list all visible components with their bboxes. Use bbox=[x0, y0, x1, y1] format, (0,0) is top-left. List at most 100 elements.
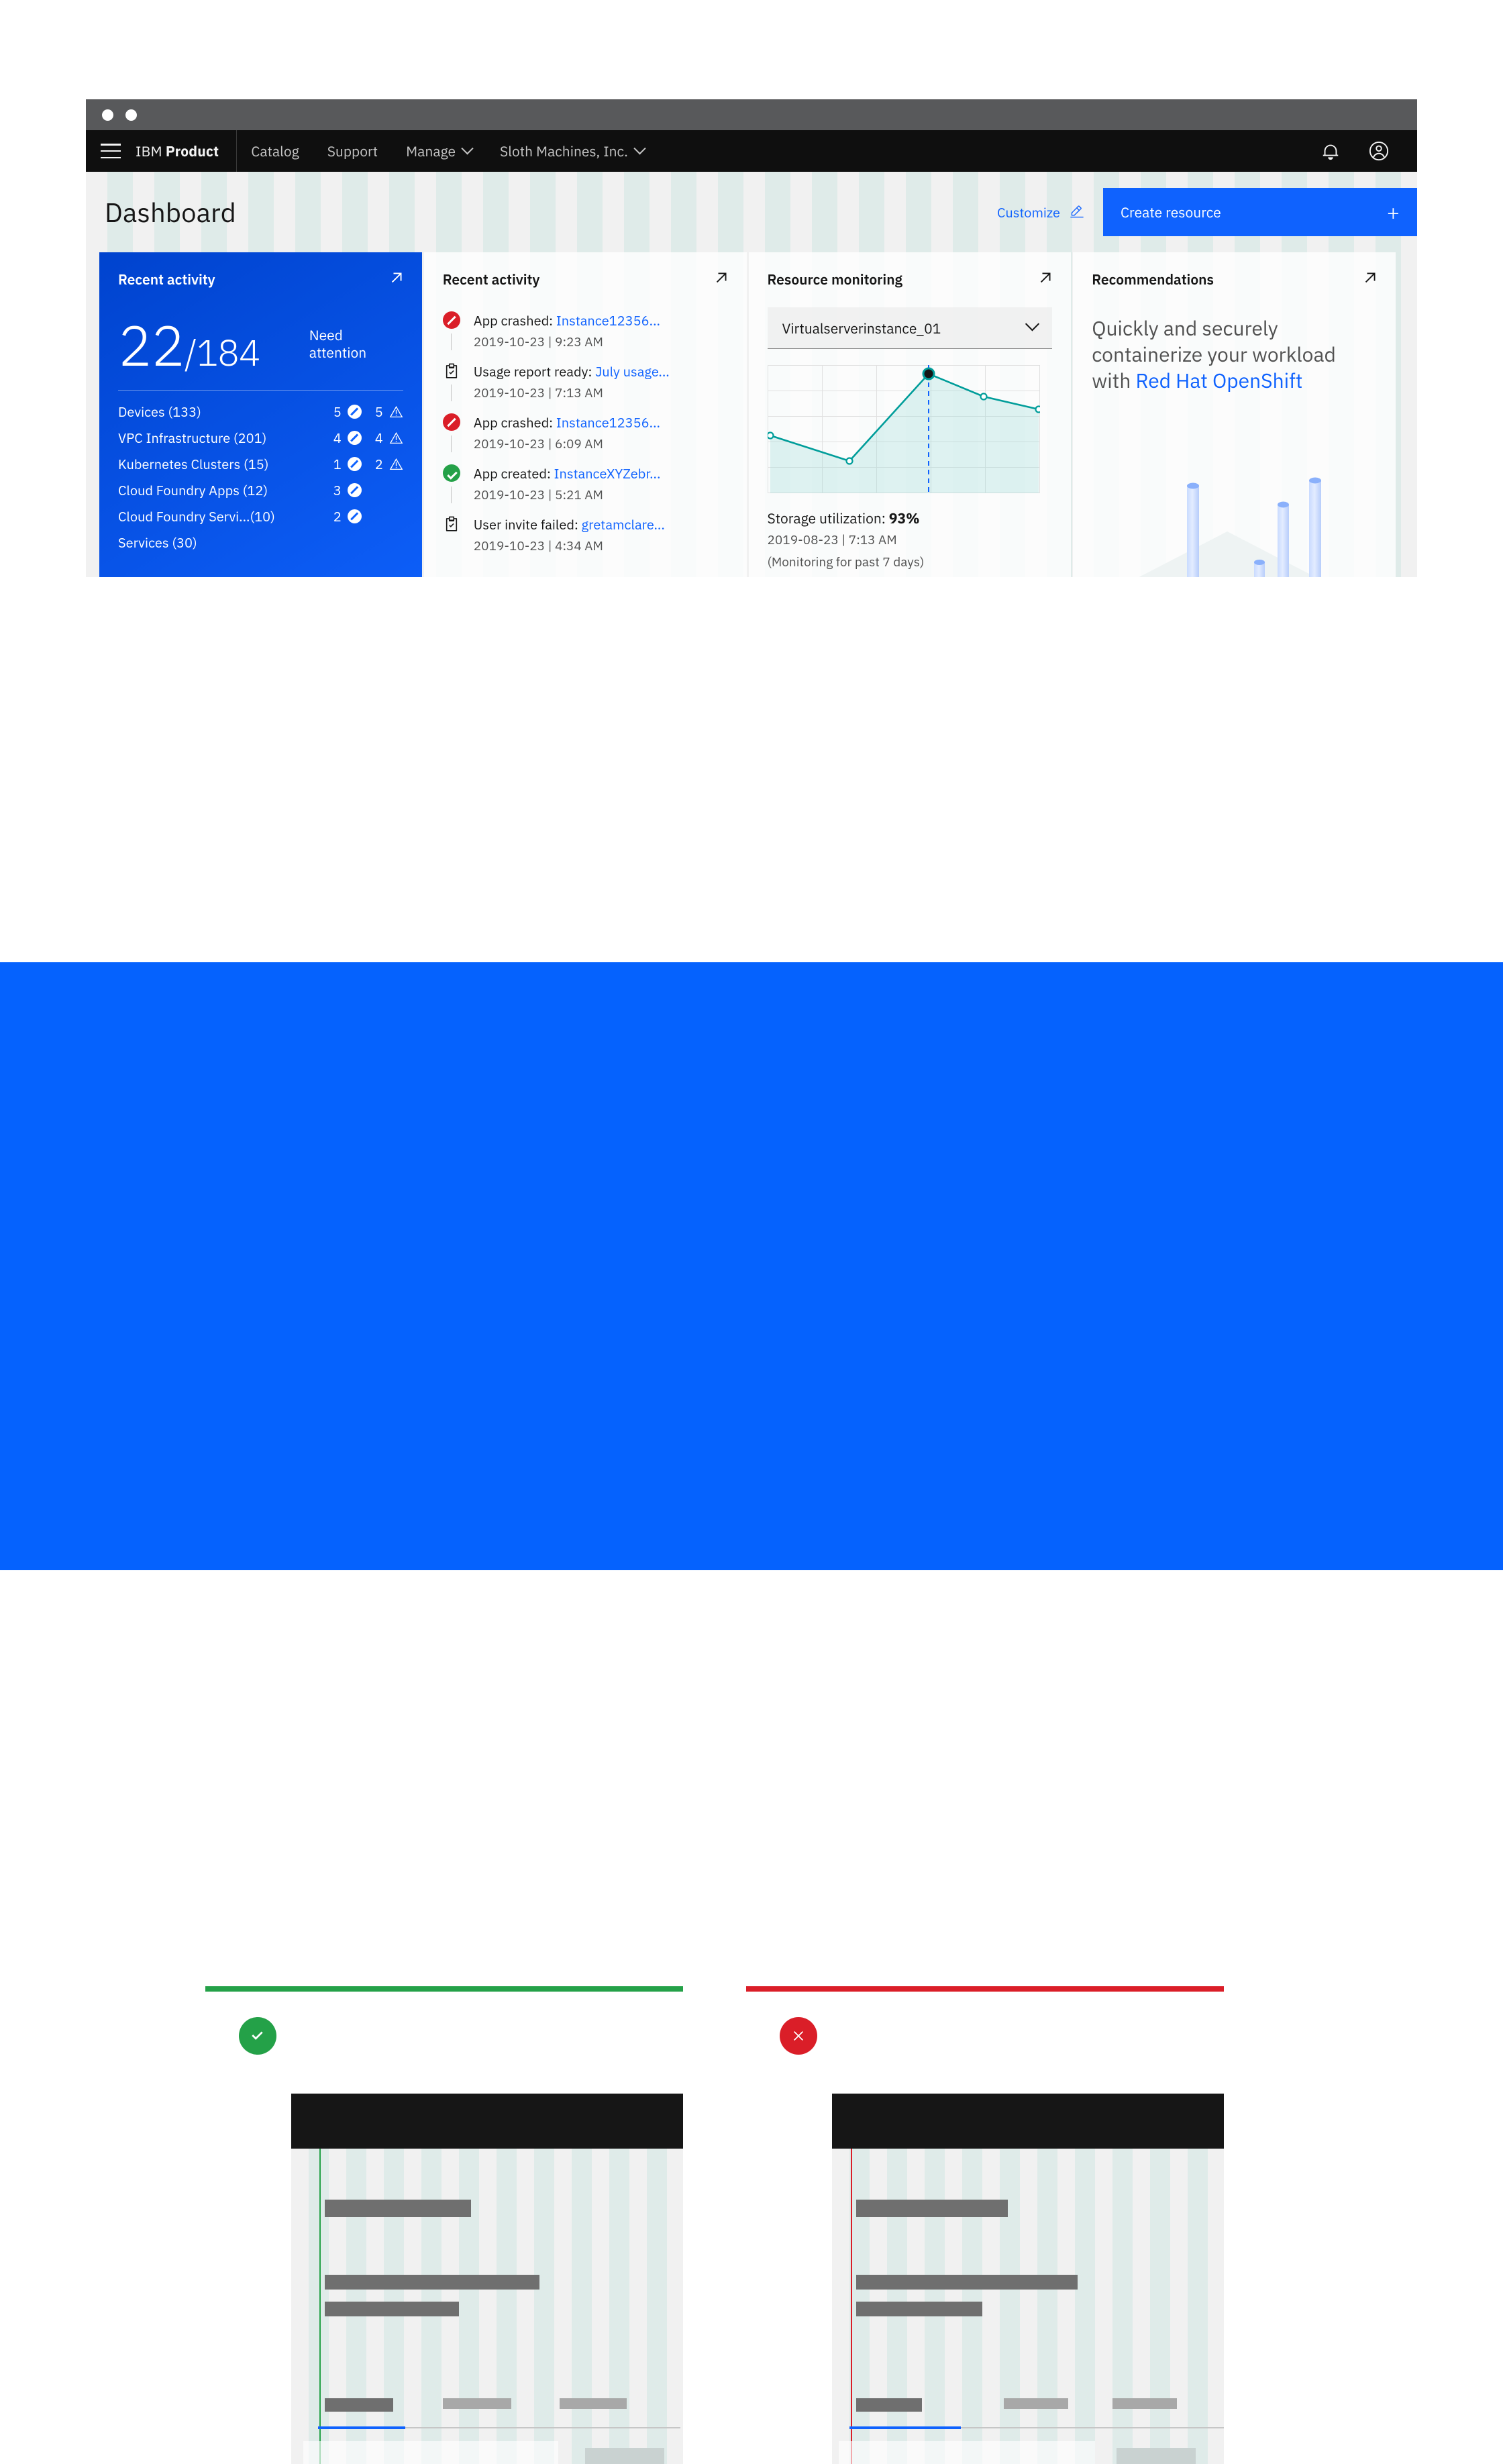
warning-icon bbox=[389, 457, 403, 471]
mock-body bbox=[832, 2149, 1224, 2464]
activity-link[interactable]: InstanceXYZebr... bbox=[554, 464, 661, 482]
create-resource-button[interactable]: Create resource + bbox=[1103, 188, 1417, 236]
guidance-example-dont bbox=[746, 1986, 1224, 2464]
nav-links: Catalog Support Manage Sloth Machines, I… bbox=[237, 130, 658, 172]
activity-link[interactable]: gretamclare... bbox=[582, 515, 665, 533]
timeline-connector bbox=[451, 486, 452, 503]
skeleton-line bbox=[856, 2275, 1078, 2290]
pencil-icon bbox=[1070, 205, 1084, 219]
launch-icon[interactable] bbox=[1037, 270, 1053, 286]
card-recommendations[interactable]: Recommendations Quickly and securely con… bbox=[1073, 252, 1396, 577]
browser-window: IBM Product Catalog Support Manage Sloth… bbox=[86, 99, 1417, 577]
page-title: Dashboard bbox=[105, 195, 236, 229]
customize-button[interactable]: Customize bbox=[978, 203, 1103, 221]
activity-link[interactable]: July usage... bbox=[595, 362, 670, 380]
chart-point bbox=[1034, 405, 1040, 413]
nav-item-catalog[interactable]: Catalog bbox=[237, 130, 313, 172]
skeleton-tab bbox=[325, 2398, 393, 2412]
skeleton-title bbox=[856, 2200, 1008, 2217]
stat-row[interactable]: Cloud Foundry Apps (12) 3 bbox=[118, 477, 403, 503]
activity-list: App crashed: Instance12356... 2019-10-23… bbox=[442, 311, 728, 566]
mock-body bbox=[291, 2149, 683, 2464]
tab-underline bbox=[405, 2427, 680, 2428]
divider bbox=[118, 390, 403, 391]
active-tab-underline bbox=[318, 2426, 405, 2429]
activity-time: 2019-10-23 | 7:13 AM bbox=[473, 385, 603, 401]
activity-prefix: Usage report ready: bbox=[473, 362, 596, 380]
disabled-group: 1 bbox=[325, 455, 362, 473]
activity-prefix: App created: bbox=[473, 464, 554, 482]
warning-group: 4 bbox=[367, 429, 403, 447]
kpi-note: (Monitoring for past 7 days) bbox=[767, 554, 925, 570]
guidance-band bbox=[0, 962, 1503, 2464]
disabled-count: 2 bbox=[333, 507, 342, 526]
disabled-icon bbox=[347, 509, 362, 524]
list-item[interactable]: App crashed: Instance12356... 2019-10-23… bbox=[442, 311, 728, 362]
window-dot-1[interactable] bbox=[102, 109, 113, 121]
activity-text: Usage report ready: July usage... 2019-1… bbox=[474, 362, 670, 401]
guidance-example-do bbox=[205, 1986, 683, 2464]
stat-row[interactable]: Kubernetes Clusters (15) 1 2 bbox=[118, 451, 403, 477]
accent-bar-dont bbox=[746, 1986, 1224, 1992]
brand-logo[interactable]: IBM Product bbox=[136, 142, 236, 160]
mock-dashboard-dont bbox=[832, 2094, 1224, 2464]
disabled-group: 5 bbox=[325, 403, 362, 421]
stat-summary: 22/184 Need attention bbox=[118, 317, 403, 374]
activity-line: App crashed: Instance12356... bbox=[474, 414, 660, 431]
tab-underline bbox=[961, 2427, 1224, 2428]
skeleton-tab bbox=[1112, 2398, 1177, 2409]
window-dot-2[interactable] bbox=[125, 109, 137, 121]
nav-item-manage[interactable]: Manage bbox=[392, 130, 486, 172]
error-icon bbox=[442, 311, 460, 329]
active-tab-underline bbox=[849, 2426, 961, 2429]
activity-link[interactable]: Instance12356... bbox=[556, 413, 660, 431]
recommendation-link[interactable]: Red Hat OpenShift bbox=[1135, 368, 1302, 394]
chevron-down-icon bbox=[461, 142, 474, 154]
skeleton-line bbox=[325, 2275, 539, 2290]
card-recent-activity-stats[interactable]: Recent activity 22/184 Need attention De… bbox=[99, 252, 422, 577]
user-avatar-icon[interactable] bbox=[1358, 130, 1400, 172]
kpi-line: Storage utilization: 93% bbox=[768, 509, 1053, 527]
card-title: Recent activity bbox=[442, 270, 540, 289]
list-item[interactable]: Usage report ready: July usage... 2019-1… bbox=[443, 362, 728, 413]
launch-icon[interactable] bbox=[388, 270, 405, 286]
list-item[interactable]: User invite failed: gretamclare... 2019-… bbox=[443, 515, 728, 566]
chart-point-selected[interactable] bbox=[922, 367, 935, 380]
chevron-down-icon bbox=[633, 142, 646, 154]
skeleton-tab bbox=[560, 2398, 627, 2409]
disabled-count: 4 bbox=[333, 429, 342, 448]
storage-utilization-chart bbox=[767, 365, 1053, 494]
instance-select-value: Virtualserverinstance_01 bbox=[782, 318, 941, 338]
hamburger-icon[interactable] bbox=[101, 144, 121, 158]
stat-row[interactable]: VPC Infrastructure (201) 4 4 bbox=[118, 425, 403, 451]
disabled-count: 1 bbox=[333, 455, 342, 474]
card-recent-activity-list[interactable]: Recent activity App crashed: Instance123… bbox=[423, 252, 747, 577]
stat-row[interactable]: Cloud Foundry Servi...(10) 2 bbox=[118, 503, 403, 529]
nav-item-support[interactable]: Support bbox=[313, 130, 392, 172]
success-icon bbox=[442, 464, 460, 482]
card-resource-monitoring[interactable]: Resource monitoring Virtualserverinstanc… bbox=[748, 252, 1072, 577]
kpi-label: Storage utilization: bbox=[767, 509, 889, 527]
timeline-connector bbox=[451, 384, 452, 401]
card-title: Resource monitoring bbox=[767, 270, 903, 289]
notification-bell-icon[interactable] bbox=[1310, 130, 1351, 172]
warning-icon bbox=[389, 405, 403, 419]
instance-select[interactable]: Virtualserverinstance_01 bbox=[767, 307, 1053, 349]
activity-link[interactable]: Instance12356... bbox=[556, 311, 660, 329]
nav-item-account[interactable]: Sloth Machines, Inc. bbox=[486, 130, 658, 172]
stat-row[interactable]: Services (30) bbox=[118, 529, 403, 556]
launch-icon[interactable] bbox=[1362, 270, 1378, 286]
list-item[interactable]: App crashed: Instance12356... 2019-10-23… bbox=[442, 413, 728, 464]
chart-point bbox=[979, 393, 988, 401]
activity-text: App crashed: Instance12356... 2019-10-23… bbox=[474, 311, 660, 350]
disabled-icon bbox=[347, 431, 362, 446]
nav-label: Catalog bbox=[251, 142, 299, 160]
warning-icon bbox=[389, 431, 403, 445]
global-nav: IBM Product Catalog Support Manage Sloth… bbox=[86, 130, 1417, 172]
isometric-cylinders-illustration bbox=[1073, 459, 1396, 577]
list-item[interactable]: App created: InstanceXYZebr... 2019-10-2… bbox=[442, 464, 728, 515]
activity-text: User invite failed: gretamclare... 2019-… bbox=[474, 515, 665, 554]
launch-icon[interactable] bbox=[713, 270, 729, 286]
stat-row[interactable]: Devices (133) 5 5 bbox=[118, 399, 403, 425]
stat-label: Cloud Foundry Servi...(10) bbox=[118, 507, 275, 526]
